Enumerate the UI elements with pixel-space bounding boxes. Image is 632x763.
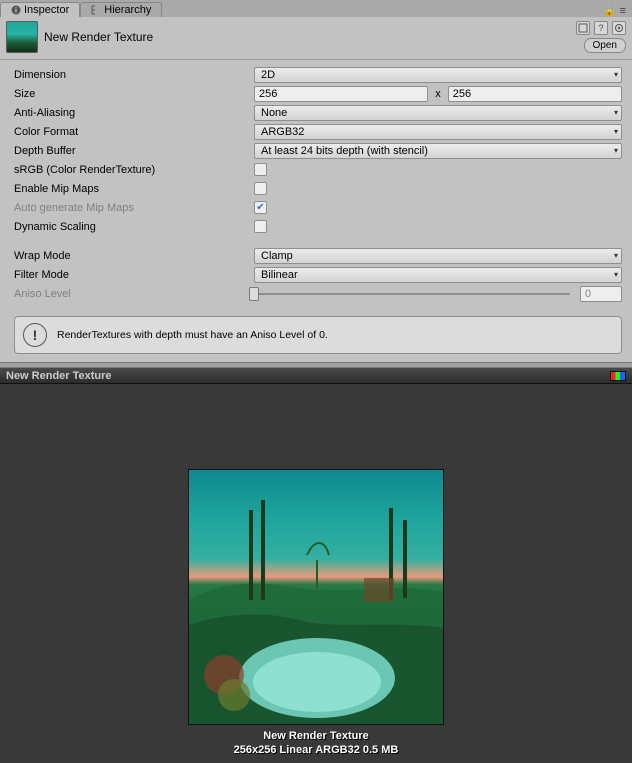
tab-inspector[interactable]: i Inspector (0, 2, 80, 17)
dimension-dropdown[interactable]: 2D (254, 67, 622, 83)
preview-caption-name: New Render Texture (234, 729, 399, 743)
colorformat-label: Color Format (14, 126, 254, 138)
hierarchy-icon (91, 5, 101, 15)
lock-icon[interactable]: 🔒 (603, 6, 615, 17)
dynscale-label: Dynamic Scaling (14, 221, 254, 233)
info-box-text: RenderTextures with depth must have an A… (57, 329, 328, 341)
automip-checkbox: ✔ (254, 201, 267, 214)
properties-panel: Dimension 2D Size x Anti-Aliasing None C… (0, 60, 632, 310)
preset-icon[interactable] (576, 21, 590, 35)
svg-text:i: i (15, 8, 17, 15)
wrapmode-dropdown[interactable]: Clamp (254, 248, 622, 264)
size-multiply-label: x (432, 88, 444, 100)
filtermode-label: Filter Mode (14, 269, 254, 281)
svg-text:?: ? (598, 23, 603, 33)
aniso-field (580, 286, 622, 302)
wrapmode-label: Wrap Mode (14, 250, 254, 262)
size-label: Size (14, 88, 254, 100)
tab-hierarchy[interactable]: Hierarchy (80, 2, 162, 17)
gear-icon[interactable] (612, 21, 626, 35)
header-toolbar: ? (576, 21, 626, 35)
info-box: ! RenderTextures with depth must have an… (14, 316, 622, 354)
size-x-field[interactable] (254, 86, 428, 102)
info-box-icon: ! (23, 323, 47, 347)
colorformat-dropdown[interactable]: ARGB32 (254, 124, 622, 140)
info-icon: i (11, 5, 21, 15)
asset-header: New Render Texture ? Open (0, 17, 632, 60)
preview-caption-detail: 256x256 Linear ARGB32 0.5 MB (234, 743, 399, 757)
tabbar-right: 🔒 ≡ (597, 5, 632, 17)
dimension-label: Dimension (14, 69, 254, 81)
srgb-label: sRGB (Color RenderTexture) (14, 164, 254, 176)
depthbuffer-dropdown[interactable]: At least 24 bits depth (with stencil) (254, 143, 622, 159)
tab-hierarchy-label: Hierarchy (104, 4, 151, 16)
aniso-slider (254, 286, 570, 302)
dynscale-checkbox[interactable] (254, 220, 267, 233)
tab-inspector-label: Inspector (24, 4, 69, 16)
automip-label: Auto generate Mip Maps (14, 202, 254, 214)
filtermode-dropdown[interactable]: Bilinear (254, 267, 622, 283)
preview-title: New Render Texture (6, 370, 112, 382)
antialiasing-dropdown[interactable]: None (254, 105, 622, 121)
tab-bar: i Inspector Hierarchy 🔒 ≡ (0, 0, 632, 17)
asset-title: New Render Texture (44, 30, 153, 44)
size-y-field[interactable] (448, 86, 622, 102)
depthbuffer-label: Depth Buffer (14, 145, 254, 157)
srgb-checkbox[interactable] (254, 163, 267, 176)
mipmaps-label: Enable Mip Maps (14, 183, 254, 195)
asset-thumbnail (6, 21, 38, 53)
panel-menu-icon[interactable]: ≡ (620, 5, 626, 17)
antialiasing-label: Anti-Aliasing (14, 107, 254, 119)
preview-pane: New Render Texture New Render Texture (0, 368, 632, 763)
help-icon[interactable]: ? (594, 21, 608, 35)
mipmaps-checkbox[interactable] (254, 182, 267, 195)
aniso-label: Aniso Level (14, 288, 254, 300)
preview-titlebar: New Render Texture (0, 368, 632, 384)
preview-image (188, 469, 444, 725)
preview-info: New Render Texture 256x256 Linear ARGB32… (234, 729, 399, 757)
open-button[interactable]: Open (584, 38, 626, 53)
rgb-channels-button[interactable] (610, 371, 626, 381)
